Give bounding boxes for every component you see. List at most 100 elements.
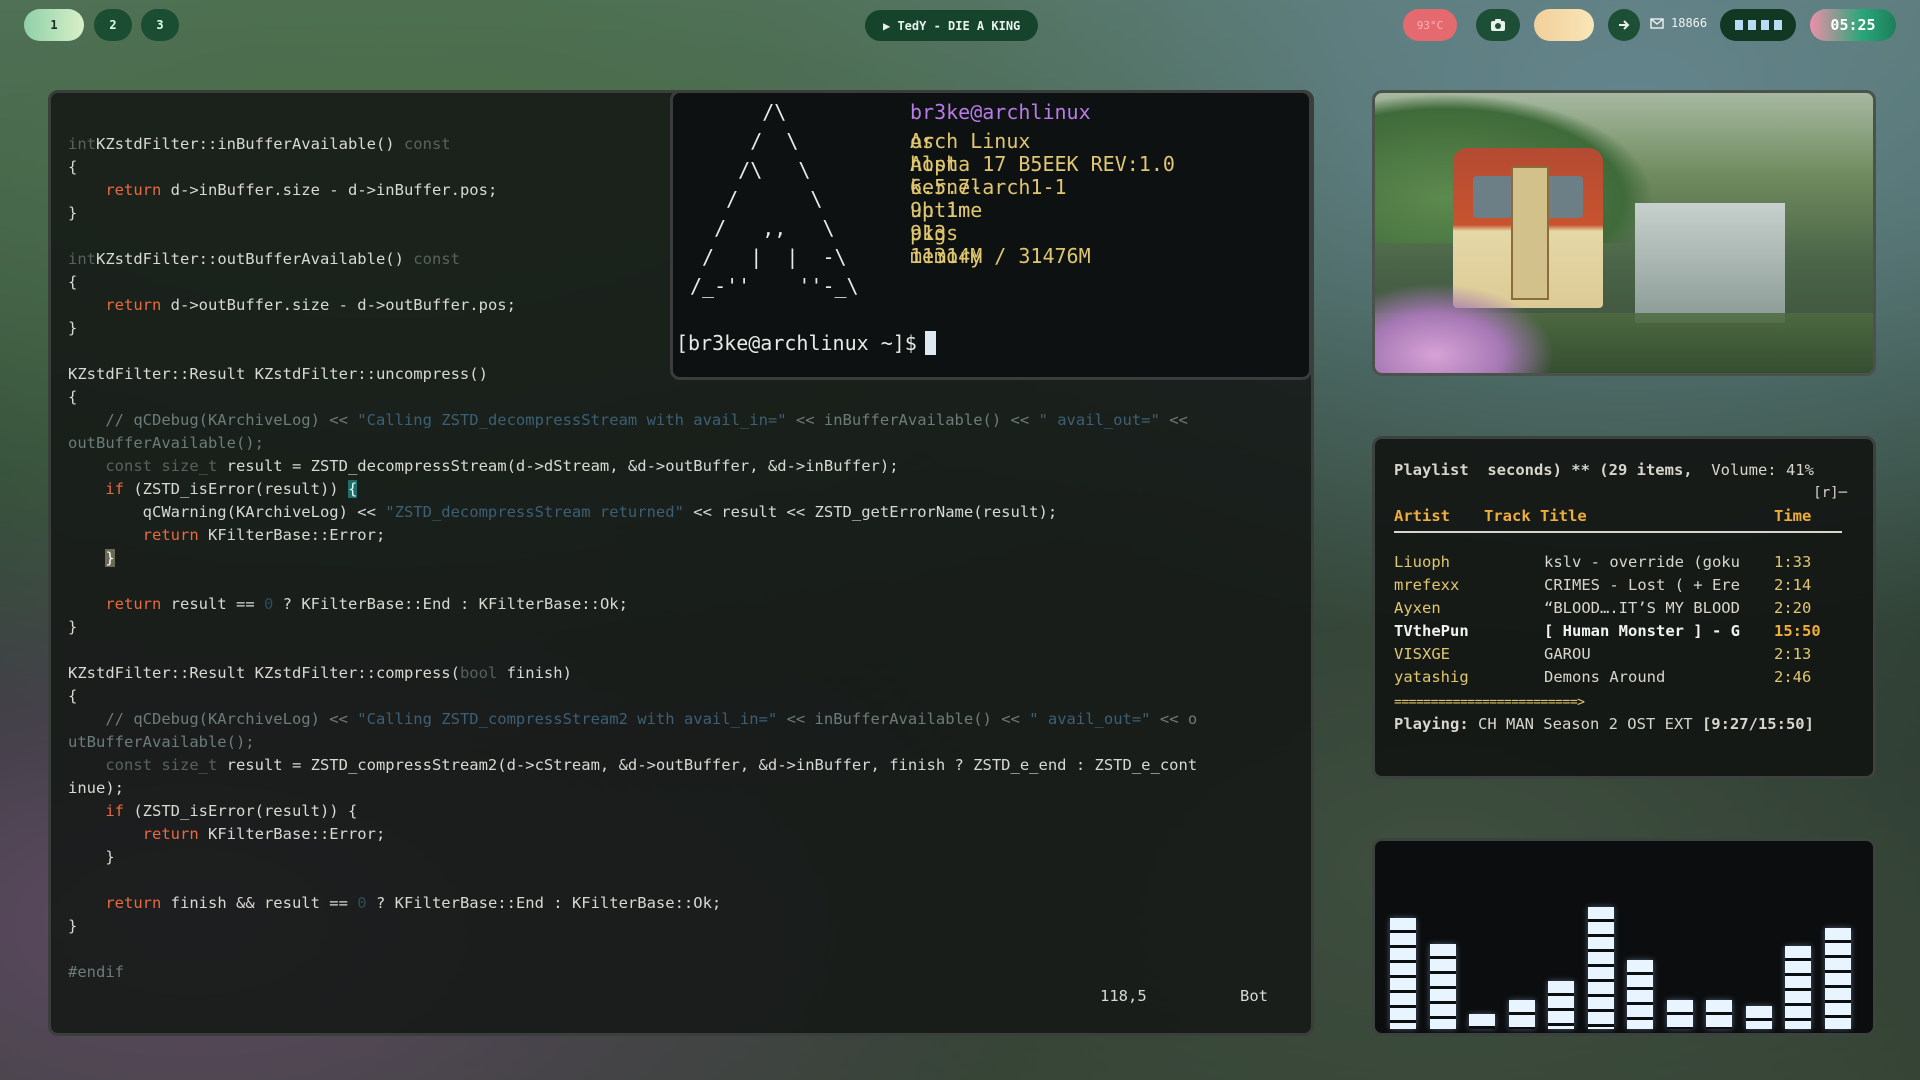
code-line[interactable]: } — [68, 846, 1197, 869]
code-token: const size_t — [105, 756, 218, 774]
now-playing-line: Playing: CH MAN Season 2 OST EXT [9:27/1… — [1394, 715, 1814, 733]
visualizer-bar — [1390, 918, 1416, 1029]
code-line[interactable]: } — [68, 547, 1197, 570]
track-row[interactable]: mrefexx CRIMES - Lost ( + Ere 2:14 — [1394, 576, 1842, 599]
code-line[interactable]: if (ZSTD_isError(result)) { — [68, 478, 1197, 501]
visualizer-bar — [1548, 981, 1574, 1029]
playlist-title: Playlist seconds) ** (29 items, — [1394, 461, 1693, 479]
code-line[interactable]: inue); — [68, 777, 1197, 800]
column-artist[interactable]: Artist — [1394, 507, 1450, 525]
code-token: return — [142, 526, 199, 544]
workspace-3-button[interactable]: 3 — [141, 9, 179, 41]
code-token: return — [105, 181, 162, 199]
code-token: finish && result == — [161, 894, 358, 912]
column-title[interactable]: Track Title — [1484, 507, 1587, 525]
track-row[interactable]: yatashig Demons Around 2:46 — [1394, 668, 1842, 691]
code-token: qCWarning(KArchiveLog) << — [68, 503, 386, 521]
code-line[interactable] — [68, 570, 1197, 593]
track-row[interactable]: Ayxen “BLOOD….IT’S MY BLOOD 2:20 — [1394, 599, 1842, 622]
code-token: result == — [161, 595, 264, 613]
screenshot-button[interactable] — [1476, 9, 1520, 41]
playing-track: CH MAN Season 2 OST EXT — [1468, 715, 1702, 733]
code-line[interactable]: } — [68, 616, 1197, 639]
workspace-1-button[interactable]: 1 — [24, 9, 84, 41]
battery-widget[interactable] — [1720, 9, 1796, 41]
code-line[interactable]: return finish && result == 0 ? KFilterBa… — [68, 892, 1197, 915]
track-time: 2:46 — [1774, 668, 1812, 686]
code-token: result = ZSTD_decompressStream(d->dStrea… — [217, 457, 899, 475]
code-token: int — [68, 250, 96, 268]
code-token: (ZSTD_isError(result)) — [124, 480, 348, 498]
code-line[interactable]: } — [68, 915, 1197, 938]
track-row[interactable]: VISXGE GAROU 2:13 — [1394, 645, 1842, 668]
visualizer-bar — [1666, 1000, 1693, 1029]
track-title: CRIMES - Lost ( + Ere — [1544, 576, 1740, 594]
scroll-position: Bot — [1240, 987, 1268, 1005]
code-line[interactable]: // qCDebug(KArchiveLog) << "Calling ZSTD… — [68, 708, 1197, 731]
track-title: [ Human Monster ] - G — [1544, 622, 1740, 640]
code-token: " avail_out=" — [1038, 411, 1160, 429]
workspace-2-button[interactable]: 2 — [94, 9, 132, 41]
code-line[interactable]: const size_t result = ZSTD_compressStrea… — [68, 754, 1197, 777]
code-token: "Calling ZSTD_compressStream2 with avail… — [357, 710, 778, 728]
track-artist: TVthePun — [1394, 622, 1469, 640]
code-line[interactable]: { — [68, 685, 1197, 708]
code-line[interactable]: KZstdFilter::Result KZstdFilter::compres… — [68, 662, 1197, 685]
track-time: 2:20 — [1774, 599, 1812, 617]
code-line[interactable]: outBufferAvailable(); — [68, 432, 1197, 455]
audio-visualizer — [1372, 838, 1876, 1036]
track-artist: VISXGE — [1394, 645, 1450, 663]
color-picker-widget[interactable] — [1534, 9, 1594, 41]
track-row[interactable]: Liuoph kslv - override (goku 1:33 — [1394, 553, 1842, 576]
visualizer-bar — [1587, 907, 1614, 1029]
code-line[interactable] — [68, 639, 1197, 662]
code-line[interactable]: utBufferAvailable(); — [68, 731, 1197, 754]
code-token: KFilterBase::Error; — [198, 526, 386, 544]
code-line[interactable]: return KFilterBase::Error; — [68, 524, 1197, 547]
code-line[interactable] — [68, 869, 1197, 892]
system-info-row: os Arch Linux — [910, 127, 1091, 153]
next-button[interactable] — [1608, 9, 1640, 41]
code-line[interactable]: // qCDebug(KArchiveLog) << "Calling ZSTD… — [68, 409, 1197, 432]
code-line[interactable]: return result == 0 ? KFilterBase::End : … — [68, 593, 1197, 616]
mail-count: 18866 — [1671, 16, 1708, 30]
code-line[interactable]: { — [68, 386, 1197, 409]
track-list[interactable]: Liuoph kslv - override (goku 1:33 mrefexx CR… — [1394, 553, 1842, 691]
system-info: br3ke@archlinux os Arch Linux host Alpha 17… — [910, 98, 1175, 268]
code-line[interactable]: const size_t result = ZSTD_decompressStr… — [68, 455, 1197, 478]
music-player-playlist[interactable]: Playlist seconds) ** (29 items, Volume: … — [1372, 436, 1876, 779]
code-token: } — [68, 618, 78, 636]
code-line[interactable]: if (ZSTD_isError(result)) { — [68, 800, 1197, 823]
code-line[interactable]: #endif — [68, 961, 1197, 984]
fetch-title: br3ke@archlinux — [910, 100, 1091, 124]
track-row[interactable]: TVthePun [ Human Monster ] - G 15:50 — [1394, 622, 1842, 645]
playlist-header: Playlist seconds) ** (29 items, Volume: … — [1394, 461, 1814, 479]
visualizer-bar — [1824, 928, 1851, 1029]
code-token: 0 — [263, 595, 274, 613]
code-token: KZstdFilter::inBufferAvailable() — [96, 135, 404, 153]
now-playing-widget[interactable]: ▶ TedY - DIE A KING — [865, 10, 1039, 41]
code-token: } — [68, 204, 78, 222]
code-token: // qCDebug(KArchiveLog) << — [105, 411, 358, 429]
clock-widget[interactable]: 05:25 — [1810, 9, 1896, 41]
column-time[interactable]: Time — [1774, 507, 1811, 525]
cursor-position: 118,5 — [1100, 987, 1147, 1005]
code-token: KZstdFilter::outBufferAvailable() — [96, 250, 414, 268]
terminal-prompt[interactable]: [br3ke@archlinux ~]$ — [676, 331, 936, 355]
text-cursor — [924, 331, 936, 355]
visualizer-bar — [1429, 944, 1456, 1029]
temperature-widget[interactable]: 93°C — [1403, 9, 1457, 41]
code-line[interactable]: return KFilterBase::Error; — [68, 823, 1197, 846]
code-line[interactable] — [68, 938, 1197, 961]
code-token: d->outBuffer.size - d->outBuffer.pos; — [161, 296, 516, 314]
system-info-row: host Alpha 17 B5EEK REV:1.0 — [910, 150, 1175, 176]
code-line[interactable]: qCWarning(KArchiveLog) << "ZSTD_decompre… — [68, 501, 1197, 524]
visualizer-bar — [1469, 1014, 1495, 1029]
code-token: if — [105, 802, 124, 820]
code-token: const size_t — [105, 457, 218, 475]
mail-widget[interactable]: 18866 — [1650, 16, 1707, 30]
